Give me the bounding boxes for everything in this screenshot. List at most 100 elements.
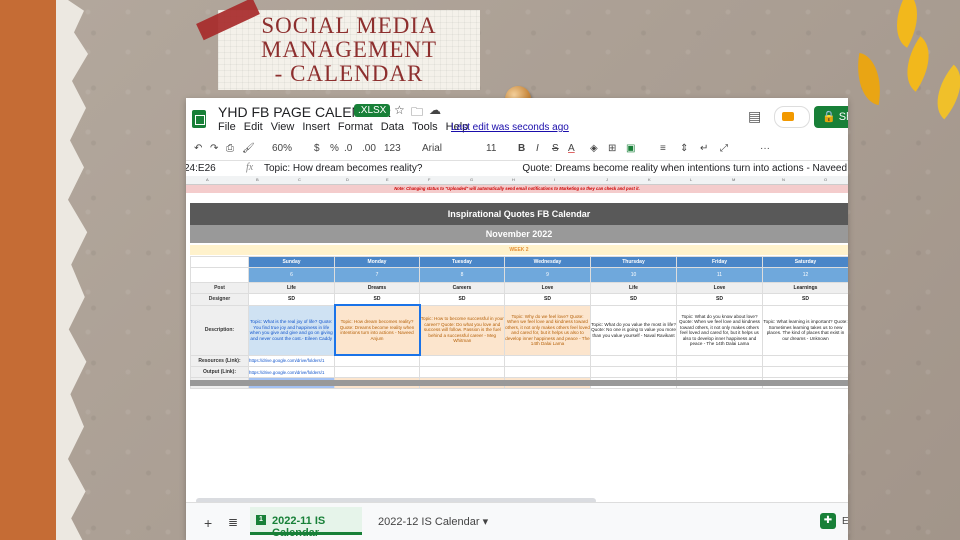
post-cell[interactable]: Love (504, 282, 591, 294)
empty-cell[interactable] (190, 267, 249, 283)
meet-button[interactable] (774, 106, 810, 128)
star-icon[interactable]: ☆ (394, 103, 405, 117)
post-cell[interactable]: Life (248, 282, 335, 294)
column-header[interactable]: L (690, 177, 692, 182)
designer-cell[interactable]: SD (248, 293, 335, 306)
last-edit-link[interactable]: Last edit was seconds ago (451, 122, 569, 133)
designer-cell[interactable]: SD (590, 293, 677, 306)
align-icon[interactable]: ≡ (660, 143, 666, 154)
post-cell[interactable]: Dreams (334, 282, 420, 294)
designer-cell[interactable]: SD (504, 293, 591, 306)
empty-cell[interactable] (334, 366, 420, 378)
column-header[interactable]: H (512, 177, 515, 182)
menu-tools[interactable]: Tools (412, 121, 438, 133)
day-cell[interactable]: Friday (676, 256, 763, 268)
post-cell[interactable]: Life (590, 282, 677, 294)
explore-label[interactable]: Ex (842, 516, 848, 527)
designer-cell[interactable]: SD (419, 293, 505, 306)
sheet-tab[interactable]: 2022-12 IS Calendar ▾ (378, 515, 488, 528)
post-cell[interactable]: Learnings (762, 282, 848, 294)
designer-cell[interactable]: SD (676, 293, 763, 306)
empty-cell[interactable] (762, 366, 848, 378)
description-cell[interactable]: Topic: Why do we feel love? Quote: When … (504, 304, 591, 356)
column-header[interactable]: I (554, 177, 555, 182)
percent-button[interactable]: % (330, 143, 339, 154)
column-header[interactable]: E (386, 177, 389, 182)
date-cell[interactable]: 11 (676, 267, 763, 283)
zoom-select[interactable]: 60% (272, 143, 292, 154)
output-link[interactable]: https://drive.google.com/drive/folders/1 (248, 366, 335, 378)
designer-cell[interactable]: SD (762, 293, 848, 306)
paint-format-icon[interactable]: 🖌 (242, 143, 255, 154)
borders-icon[interactable]: ⊞ (608, 143, 616, 154)
comment-history-icon[interactable]: ▤ (748, 108, 761, 125)
column-header[interactable]: M (732, 177, 735, 182)
menu-file[interactable]: File (218, 121, 236, 133)
column-header[interactable]: O (824, 177, 827, 182)
decrease-decimal-button[interactable]: .0 (344, 143, 352, 154)
menu-edit[interactable]: Edit (244, 121, 263, 133)
day-cell[interactable]: Monday (334, 256, 420, 268)
date-cell[interactable]: 6 (248, 267, 335, 283)
menu-insert[interactable]: Insert (302, 121, 330, 133)
redo-icon[interactable]: ↷ (210, 143, 218, 154)
empty-cell[interactable] (590, 366, 677, 378)
text-rotation-icon[interactable]: ⤢ (720, 143, 728, 154)
column-header[interactable]: C (298, 177, 301, 182)
italic-button[interactable]: I (536, 143, 539, 154)
empty-cell[interactable] (504, 366, 591, 378)
empty-cell[interactable] (419, 354, 505, 367)
strikethrough-button[interactable]: S (552, 143, 559, 154)
formula-input[interactable]: Topic: How dream becomes reality? Quote:… (264, 163, 848, 174)
cloud-status-icon[interactable]: ☁ (429, 103, 441, 117)
currency-button[interactable]: $ (314, 143, 320, 154)
row-label[interactable]: Designer (190, 293, 249, 306)
column-header[interactable]: A (206, 177, 209, 182)
column-header[interactable]: B (256, 177, 259, 182)
sheets-logo-icon[interactable] (192, 110, 206, 128)
description-cell[interactable]: Topic: What do you know about love? Quot… (676, 304, 763, 356)
description-cell-selected[interactable]: Topic: How dream becomes reality? Quote:… (333, 304, 421, 356)
all-sheets-icon[interactable]: ≣ (228, 515, 238, 529)
date-cell[interactable]: 10 (590, 267, 677, 283)
empty-cell[interactable] (419, 366, 505, 378)
font-size-select[interactable]: 11 (486, 143, 496, 154)
increase-decimal-button[interactable]: .00 (362, 143, 376, 154)
date-cell[interactable]: 9 (504, 267, 591, 283)
post-cell[interactable]: Careers (419, 282, 505, 294)
description-cell[interactable]: Topic: What is the real joy of life? Quo… (248, 304, 335, 356)
date-cell[interactable]: 12 (762, 267, 848, 283)
empty-cell[interactable] (334, 354, 420, 367)
column-header[interactable]: N (782, 177, 785, 182)
empty-cell[interactable] (590, 354, 677, 367)
text-wrap-icon[interactable]: ↵ (700, 143, 708, 154)
add-sheet-icon[interactable]: + (204, 515, 212, 531)
vertical-align-icon[interactable]: ⇕ (680, 143, 688, 154)
empty-cell[interactable] (762, 354, 848, 367)
description-cell[interactable]: Topic: What learning is important? Quote… (762, 304, 848, 356)
empty-cell[interactable] (676, 366, 763, 378)
description-cell[interactable]: Topic: How to become successful in your … (419, 304, 505, 356)
column-header[interactable]: D (346, 177, 349, 182)
sheet-grid[interactable]: A B C D E F G H I J K L M N O Note: Chan… (186, 176, 848, 494)
name-box[interactable]: 24:E26 (186, 163, 216, 174)
empty-cell[interactable] (504, 354, 591, 367)
explore-icon[interactable]: ✚ (820, 513, 836, 529)
menu-format[interactable]: Format (338, 121, 373, 133)
day-cell[interactable]: Tuesday (419, 256, 505, 268)
date-cell[interactable]: 8 (419, 267, 505, 283)
empty-cell[interactable] (676, 354, 763, 367)
fill-color-icon[interactable]: ◈ (590, 143, 598, 154)
column-header[interactable]: F (428, 177, 430, 182)
empty-cell[interactable] (190, 256, 249, 268)
print-icon[interactable]: ⎙ (226, 143, 234, 154)
row-label[interactable]: Description: (190, 304, 249, 356)
day-cell[interactable]: Wednesday (504, 256, 591, 268)
more-formats-button[interactable]: 123 (384, 143, 401, 154)
designer-cell[interactable]: SD (334, 293, 420, 306)
column-header[interactable]: J (606, 177, 608, 182)
sheet-tab-active[interactable]: 1 2022-11 IS Calendar (250, 507, 362, 539)
undo-icon[interactable]: ↶ (194, 143, 202, 154)
row-label[interactable]: Output (Link): (190, 366, 249, 378)
column-header[interactable]: K (648, 177, 651, 182)
